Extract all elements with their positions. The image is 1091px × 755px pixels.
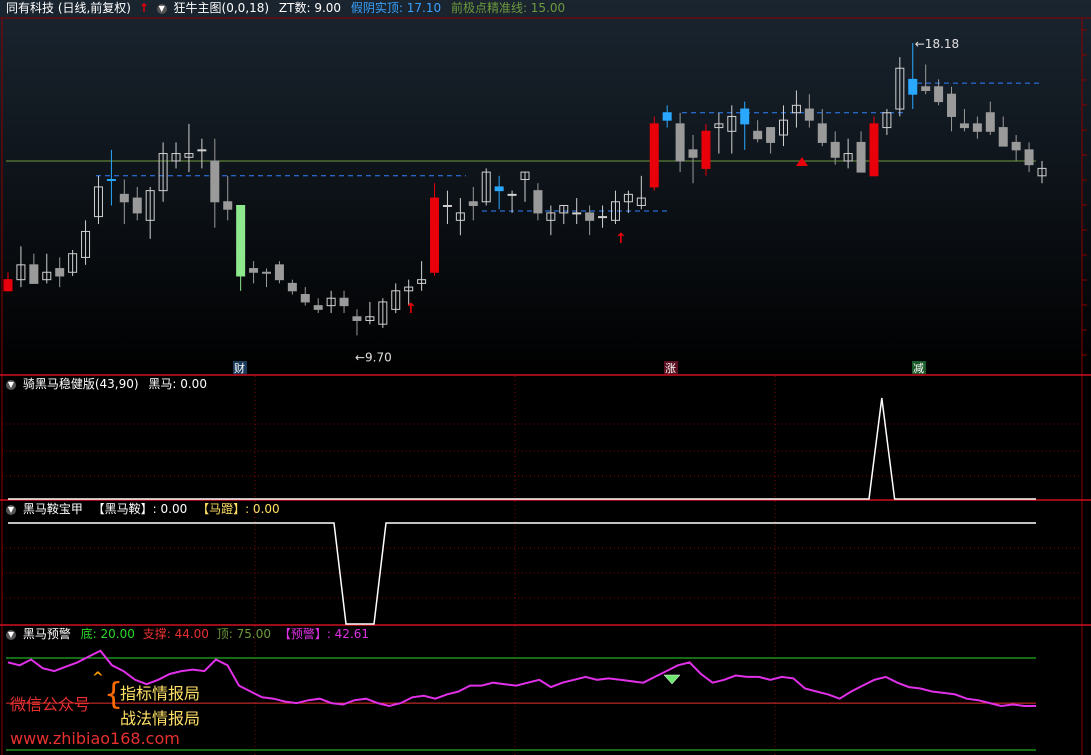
event-badge-0: 财 bbox=[234, 361, 245, 375]
candle-body bbox=[507, 193, 517, 196]
watermark-wechat: 微信公众号 bbox=[10, 695, 91, 714]
candle-body bbox=[740, 108, 750, 125]
panel3-label2: 【马蹬】: 0.00 bbox=[197, 502, 280, 516]
candle-body bbox=[1011, 141, 1021, 151]
panel2-title-bar: ▼ 骑黑马稳健版(43,90) 黑马: 0.00 bbox=[6, 376, 207, 392]
candle-body bbox=[249, 268, 259, 273]
event-badge-2: 减 bbox=[913, 362, 924, 375]
candle-body bbox=[766, 127, 776, 143]
panel4-title-bar: ▼ 黑马预警 底: 20.00 支撑: 44.00 顶: 75.00 【预警】:… bbox=[6, 626, 369, 642]
panel4-warn: 【预警】: 42.61 bbox=[278, 627, 370, 641]
candle-body bbox=[29, 264, 39, 284]
candle-body bbox=[817, 123, 827, 143]
candle-body bbox=[132, 197, 142, 214]
candle-body bbox=[262, 271, 271, 274]
candle-body bbox=[3, 279, 13, 292]
candle-body bbox=[830, 141, 840, 158]
panel3-label1: 【黑马鞍】: 0.00 bbox=[92, 502, 188, 516]
candle-body bbox=[430, 197, 440, 273]
candle-body bbox=[236, 204, 246, 277]
candle-body bbox=[753, 130, 763, 140]
main-panel-background bbox=[0, 0, 1091, 375]
watermark-line2: 战法情报局 bbox=[120, 709, 201, 728]
candle-body bbox=[947, 93, 957, 117]
chevron-down-icon[interactable]: ▼ bbox=[6, 504, 16, 515]
candle-body bbox=[223, 201, 233, 210]
panel4-bottom: 底: 20.00 bbox=[80, 627, 135, 641]
candle-body bbox=[533, 190, 543, 214]
candle-body bbox=[998, 127, 1008, 147]
panel2-title[interactable]: 骑黑马稳健版(43,90) bbox=[23, 377, 139, 391]
candle-body bbox=[701, 130, 711, 169]
chevron-down-icon[interactable]: ▼ bbox=[6, 379, 16, 390]
candle-body bbox=[442, 204, 452, 207]
candle-body bbox=[287, 282, 297, 292]
panel4-top: 顶: 75.00 bbox=[216, 627, 271, 641]
jiayin-label: 假阴实顶: 17.10 bbox=[350, 1, 442, 15]
signal-arrow-up-icon: ↑ bbox=[615, 231, 627, 247]
candle-body bbox=[572, 212, 582, 215]
candle-body bbox=[856, 141, 866, 173]
candle-body bbox=[869, 123, 879, 177]
candle-body bbox=[468, 201, 478, 206]
panel1-title-bar: 同有科技 (日线,前复权) ↑ ▼ 狂牛主图(0,0,18) ZT数: 9.00… bbox=[6, 0, 565, 16]
candle-body bbox=[675, 123, 685, 162]
panel2-heima-line bbox=[8, 397, 1036, 500]
green-diamond-icon bbox=[663, 674, 681, 685]
stock-name-label: 同有科技 (日线,前复权) bbox=[6, 1, 131, 15]
candle-body bbox=[1024, 149, 1034, 166]
low-price-label: ←9.70 bbox=[355, 351, 392, 365]
candle-body bbox=[210, 160, 220, 203]
candle-body bbox=[585, 212, 595, 221]
candle-body bbox=[662, 112, 672, 121]
signal-caret-icon: ^ bbox=[92, 670, 104, 686]
candle-body bbox=[352, 316, 362, 321]
candle-body bbox=[908, 78, 918, 95]
event-badge-1: 涨 bbox=[665, 362, 676, 375]
panel3-title[interactable]: 黑马鞍宝甲 bbox=[23, 502, 83, 516]
candle-body bbox=[339, 297, 349, 307]
indicator-name-label[interactable]: 狂牛主图(0,0,18) bbox=[174, 1, 270, 15]
panel3-title-bar: ▼ 黑马鞍宝甲 【黑马鞍】: 0.00 【马蹬】: 0.00 bbox=[6, 501, 280, 517]
arrow-up-icon[interactable]: ↑ bbox=[139, 1, 149, 15]
candle-body bbox=[494, 186, 504, 192]
candle-body bbox=[55, 268, 65, 277]
signal-arrow-up-icon: ↑ bbox=[405, 301, 417, 317]
candle-body bbox=[119, 193, 129, 203]
candle-body bbox=[959, 123, 969, 129]
panel2-value: 黑马: 0.00 bbox=[148, 377, 207, 391]
zt-count-label: ZT数: 9.00 bbox=[278, 1, 342, 15]
candle-body bbox=[197, 149, 207, 152]
candle-body bbox=[598, 216, 608, 219]
candle-body bbox=[688, 149, 698, 158]
qianjidian-label: 前极点精准线: 15.00 bbox=[450, 1, 566, 15]
panel4-title[interactable]: 黑马预警 bbox=[23, 627, 71, 641]
panel4-support: 支撑: 44.00 bbox=[142, 627, 209, 641]
candle-body bbox=[106, 179, 116, 182]
candle-body bbox=[921, 86, 931, 91]
candle-body bbox=[313, 305, 323, 310]
candle-body bbox=[649, 123, 659, 188]
candle-body bbox=[985, 112, 995, 132]
chevron-down-icon[interactable]: ▼ bbox=[156, 3, 167, 14]
watermark-url: www.zhibiao168.com bbox=[10, 729, 180, 748]
candle-body bbox=[934, 86, 944, 103]
chevron-down-icon[interactable]: ▼ bbox=[6, 629, 16, 640]
candle-body bbox=[300, 294, 310, 303]
high-price-label: ←18.18 bbox=[915, 37, 959, 51]
candle-body bbox=[972, 123, 982, 132]
candle-body bbox=[804, 108, 814, 121]
candle-body bbox=[274, 264, 284, 281]
watermark-line1: 指标情报局 bbox=[120, 684, 201, 703]
